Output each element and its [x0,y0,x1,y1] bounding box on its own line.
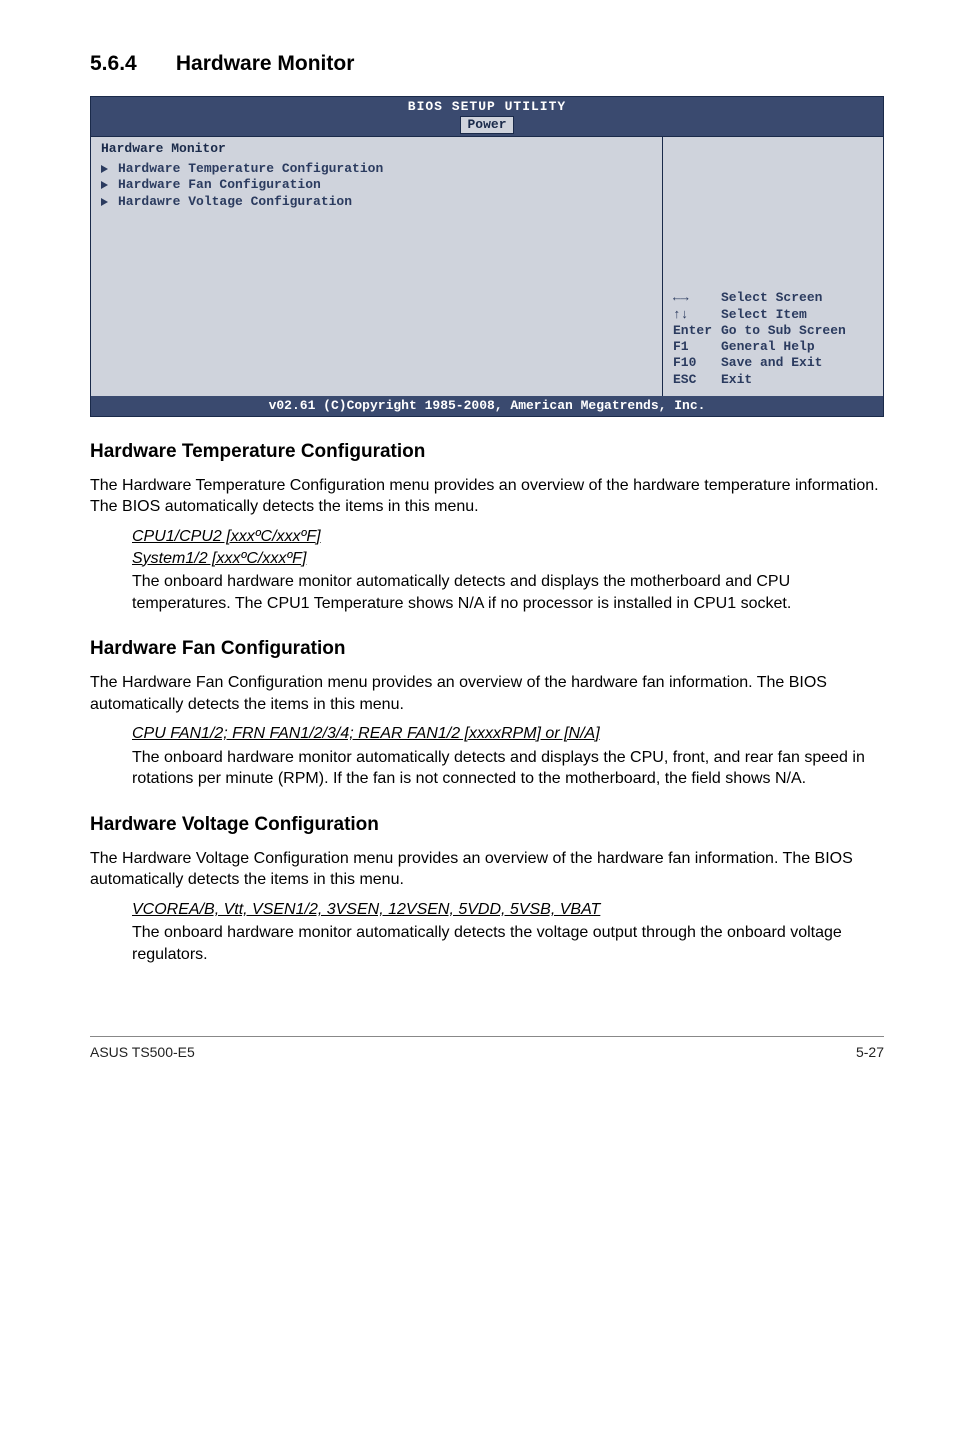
paragraph: The onboard hardware monitor automatical… [132,922,884,965]
param-line: System1/2 [xxxºC/xxxºF] [132,548,884,570]
paragraph: The Hardware Fan Configuration menu prov… [90,672,884,715]
help-key: ←→ [673,290,721,306]
paragraph: The Hardware Temperature Configuration m… [90,475,884,518]
indented-block: VCOREA/B, Vtt, VSEN1/2, 3VSEN, 12VSEN, 5… [132,899,884,966]
bios-tab-power: Power [460,116,513,134]
bios-screenshot: BIOS SETUP UTILITY Power Hardware Monito… [90,96,884,417]
param-line: VCOREA/B, Vtt, VSEN1/2, 3VSEN, 12VSEN, 5… [132,899,884,921]
bios-help-line: F10Save and Exit [673,355,873,371]
bios-menu-label: Hardawre Voltage Configuration [118,194,352,210]
bios-copyright: v02.61 (C)Copyright 1985-2008, American … [91,396,883,416]
footer-right: 5-27 [856,1043,884,1062]
param-line: CPU FAN1/2; FRN FAN1/2/3/4; REAR FAN1/2 … [132,723,884,745]
bios-menu-list: Hardware Temperature Configuration Hardw… [91,159,662,218]
help-text: General Help [721,339,815,354]
paragraph: The onboard hardware monitor automatical… [132,747,884,790]
paragraph: The Hardware Voltage Configuration menu … [90,848,884,891]
bios-help-pane: ←→Select Screen ↑↓Select Item EnterGo to… [663,136,883,396]
bios-menu-label: Hardware Fan Configuration [118,177,321,193]
bios-help-line: EnterGo to Sub Screen [673,323,873,339]
submenu-arrow-icon [101,198,108,206]
help-key: Enter [673,323,721,339]
subheading-hfc: Hardware Fan Configuration [90,636,884,662]
bios-left-pane: Hardware Monitor Hardware Temperature Co… [91,136,663,396]
bios-menu-item: Hardware Temperature Configuration [101,161,654,177]
subheading-hvc: Hardware Voltage Configuration [90,812,884,838]
subheading-htc: Hardware Temperature Configuration [90,439,884,465]
submenu-arrow-icon [101,181,108,189]
bios-help-line: ←→Select Screen [673,290,873,306]
submenu-arrow-icon [101,165,108,173]
footer-left: ASUS TS500-E5 [90,1043,195,1062]
help-text: Save and Exit [721,355,822,370]
help-key: ↑↓ [673,307,721,323]
help-text: Select Item [721,307,807,322]
indented-block: CPU1/CPU2 [xxxºC/xxxºF] System1/2 [xxxºC… [132,526,884,614]
bios-help-line: ESCExit [673,372,873,388]
bios-menu-label: Hardware Temperature Configuration [118,161,383,177]
section-heading: 5.6.4 Hardware Monitor [90,50,884,78]
help-text: Select Screen [721,290,822,305]
bios-title: BIOS SETUP UTILITY [91,97,883,115]
param-line: CPU1/CPU2 [xxxºC/xxxºF] [132,526,884,548]
help-key: F1 [673,339,721,355]
page-footer: ASUS TS500-E5 5-27 [90,1036,884,1062]
indented-block: CPU FAN1/2; FRN FAN1/2/3/4; REAR FAN1/2 … [132,723,884,790]
bios-menu-item: Hardware Fan Configuration [101,177,654,193]
help-text: Exit [721,372,752,387]
bios-help-line: F1General Help [673,339,873,355]
bios-help-line: ↑↓Select Item [673,307,873,323]
section-number: 5.6.4 [90,50,170,78]
bios-panel-header: Hardware Monitor [91,137,662,159]
bios-body: Hardware Monitor Hardware Temperature Co… [91,136,883,396]
bios-menu-item: Hardawre Voltage Configuration [101,194,654,210]
paragraph: The onboard hardware monitor automatical… [132,571,884,614]
help-text: Go to Sub Screen [721,323,846,338]
section-title: Hardware Monitor [176,52,355,75]
help-key: ESC [673,372,721,388]
help-key: F10 [673,355,721,371]
bios-tab-bar: Power [91,116,883,136]
